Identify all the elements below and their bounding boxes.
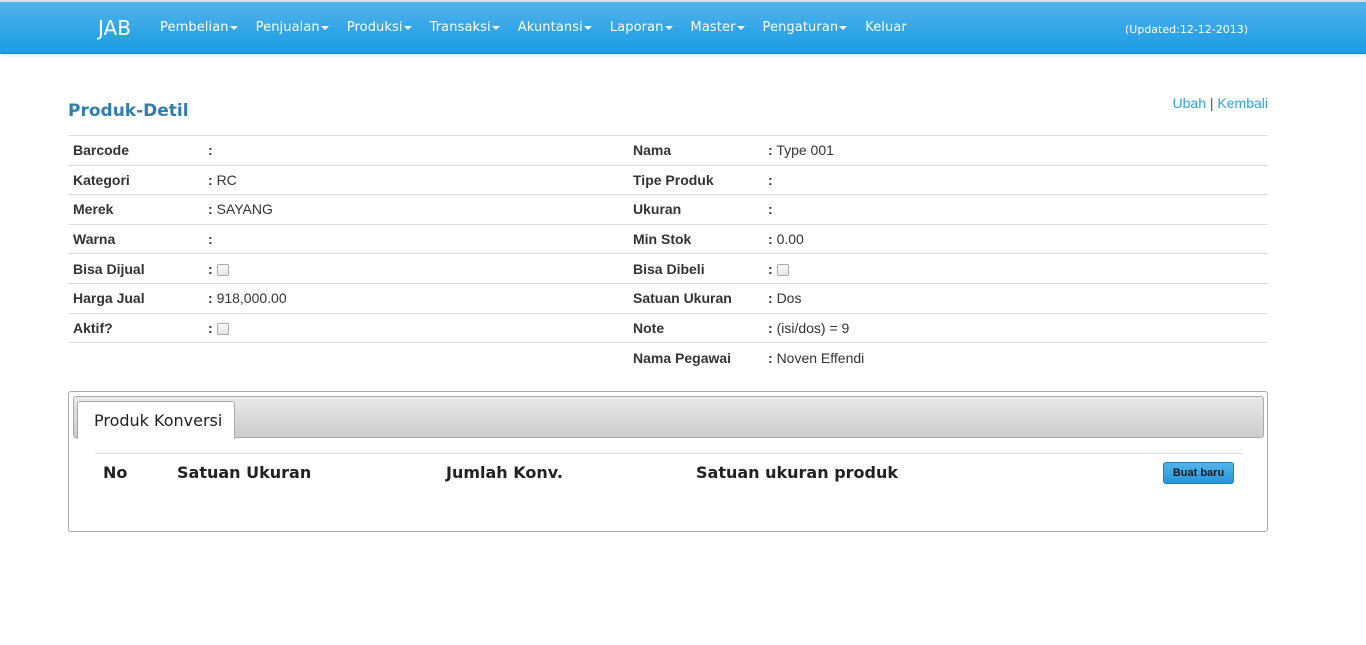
detail-row: Harga Jual : 918,000.00 Satuan Ukuran : … [68, 282, 1268, 314]
label-nama: Nama [628, 135, 763, 166]
bisa-dibeli-checkbox[interactable] [776, 263, 789, 276]
value-note: : (isi/dos) = 9 [763, 312, 1268, 343]
caret-down-icon [403, 25, 412, 30]
column-header-satuan-ukuran-produk: Satuan ukuran produk [696, 463, 899, 482]
label-kategori: Kategori [68, 164, 203, 195]
value-barcode: : [203, 135, 628, 166]
empty-cell [203, 342, 628, 373]
new-conversion-button[interactable]: Buat baru [1163, 462, 1234, 484]
caret-down-icon [229, 25, 238, 30]
value-tipe-produk: : [763, 164, 1268, 195]
menu-laporan[interactable]: Laporan [610, 20, 673, 35]
label-tipe-produk: Tipe Produk [628, 164, 763, 195]
detail-row: Aktif? : Note : (isi/dos) = 9 [68, 312, 1268, 343]
aktif-checkbox[interactable] [216, 322, 229, 335]
menu-pembelian[interactable]: Pembelian [160, 20, 238, 35]
value-bisa-dibeli: : [763, 253, 1268, 284]
tab-bar: Produk Konversi [73, 396, 1264, 439]
menu-transaksi[interactable]: Transaksi [430, 20, 500, 35]
caret-down-icon [583, 25, 592, 30]
value-kategori: : RC [203, 164, 628, 195]
menu-produksi[interactable]: Produksi [347, 20, 412, 35]
detail-row: Warna : Min Stok : 0.00 [68, 223, 1268, 254]
value-aktif: : [203, 312, 628, 343]
detail-row: Bisa Dijual : Bisa Dibeli : [68, 253, 1268, 284]
edit-link[interactable]: Ubah [1173, 95, 1206, 111]
detail-row: Kategori : RC Tipe Produk : [68, 164, 1268, 195]
bisa-dijual-checkbox[interactable] [216, 263, 229, 276]
caret-down-icon [664, 25, 673, 30]
tab-produk-konversi[interactable]: Produk Konversi [77, 401, 235, 439]
detail-row: Nama Pegawai : Noven Effendi [68, 342, 1268, 373]
main-menu: Pembelian Penjualan Produksi Transaksi A… [160, 20, 925, 35]
detail-row: Merek : SAYANG Ukuran : [68, 194, 1268, 225]
value-bisa-dijual: : [203, 253, 628, 284]
navbar: JAB Pembelian Penjualan Produksi Transak… [0, 2, 1366, 54]
label-nama-pegawai: Nama Pegawai [628, 342, 763, 373]
caret-down-icon [736, 25, 745, 30]
action-separator: | [1209, 95, 1214, 111]
value-ukuran: : [763, 194, 1268, 225]
menu-akuntansi[interactable]: Akuntansi [518, 20, 592, 35]
caret-down-icon [320, 25, 329, 30]
page-actions: Ubah | Kembali [1173, 95, 1268, 111]
column-header-satuan-ukuran: Satuan Ukuran [177, 463, 312, 482]
value-harga-jual: : 918,000.00 [203, 282, 628, 314]
label-ukuran: Ukuran [628, 194, 763, 225]
product-detail-table: Barcode : Nama : Type 001 Kategori : RC … [68, 135, 1268, 373]
column-header-no: No [103, 463, 128, 482]
menu-master[interactable]: Master [691, 20, 745, 35]
caret-down-icon [839, 25, 848, 30]
back-link[interactable]: Kembali [1217, 95, 1268, 111]
menu-penjualan[interactable]: Penjualan [256, 20, 329, 35]
detail-row: Barcode : Nama : Type 001 [68, 135, 1268, 166]
tabs-panel: Produk Konversi No Satuan Ukuran Jumlah … [68, 391, 1268, 532]
label-warna: Warna [68, 223, 203, 254]
conversion-table-header: No Satuan Ukuran Jumlah Konv. Satuan uku… [95, 453, 1242, 491]
label-barcode: Barcode [68, 135, 203, 166]
value-satuan-ukuran: : Dos [763, 282, 1268, 314]
label-aktif: Aktif? [68, 312, 203, 343]
brand-logo[interactable]: JAB [98, 16, 131, 40]
value-warna: : [203, 223, 628, 254]
label-harga-jual: Harga Jual [68, 282, 203, 314]
value-min-stok: : 0.00 [763, 223, 1268, 254]
value-merek: : SAYANG [203, 194, 628, 225]
empty-cell [68, 342, 203, 373]
column-header-jumlah-konv: Jumlah Konv. [446, 463, 563, 482]
updated-date: (Updated:12-12-2013) [1125, 23, 1249, 36]
page-title: Produk-Detil [68, 101, 189, 121]
value-nama: : Type 001 [763, 135, 1268, 166]
value-nama-pegawai: : Noven Effendi [763, 342, 1268, 373]
label-merek: Merek [68, 194, 203, 225]
label-bisa-dijual: Bisa Dijual [68, 253, 203, 284]
caret-down-icon [491, 25, 500, 30]
label-satuan-ukuran: Satuan Ukuran [628, 282, 763, 314]
label-bisa-dibeli: Bisa Dibeli [628, 253, 763, 284]
label-min-stok: Min Stok [628, 223, 763, 254]
menu-keluar[interactable]: Keluar [865, 20, 907, 35]
menu-pengaturan[interactable]: Pengaturan [763, 20, 848, 35]
label-note: Note [628, 312, 763, 343]
